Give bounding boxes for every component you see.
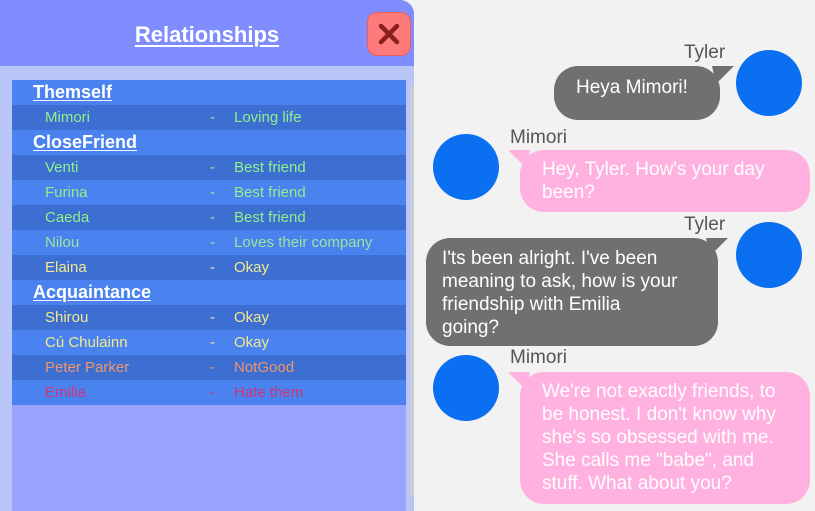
relationship-status: Okay [234, 334, 270, 351]
character-name: Cú Chulainn [45, 334, 128, 351]
tyler-avatar [736, 222, 802, 288]
relationship-row[interactable]: Furina - Best friend [12, 180, 406, 205]
relationship-status: Best friend [234, 184, 306, 201]
speaker-name: Mimori [510, 347, 567, 368]
relationship-row[interactable]: Venti - Best friend [12, 155, 406, 180]
scrollbar[interactable] [410, 86, 414, 496]
relationship-row[interactable]: Emilia - Hate them [12, 380, 406, 405]
relationship-status: Loves their company [234, 234, 373, 251]
mimori-avatar [433, 355, 499, 421]
close-button[interactable] [367, 12, 411, 56]
relationship-status: Loving life [234, 109, 302, 126]
message-bubble: We're not exactly friends, to be honest.… [520, 372, 810, 504]
character-name: Caeda [45, 209, 90, 226]
separator: - [210, 234, 215, 251]
relationship-status: Best friend [234, 159, 306, 176]
category-label: Acquaintance [33, 282, 152, 302]
category-header: CloseFriend [12, 130, 406, 155]
message-bubble: Heya Mimori! [554, 66, 720, 120]
relationships-body: Themself Mimori - Loving life CloseFrien… [0, 66, 414, 511]
message-line: We're not exactly friends, to [542, 381, 776, 402]
relationship-row[interactable]: Nilou - Loves their company [12, 230, 406, 255]
separator: - [210, 334, 215, 351]
message-line: Hey, Tyler. How's your day [542, 159, 765, 180]
speaker-name: Tyler [684, 42, 726, 63]
message-line: friendship with Emilia [442, 294, 621, 315]
message-line: She calls me "babe", and [542, 450, 755, 471]
separator: - [210, 209, 215, 226]
relationship-list[interactable]: Themself Mimori - Loving life CloseFrien… [12, 80, 406, 473]
separator: - [210, 159, 215, 176]
mimori-avatar [433, 134, 499, 200]
character-name: Nilou [45, 234, 80, 251]
relationship-row[interactable]: Caeda - Best friend [12, 205, 406, 230]
message-bubble: I'ts been alright. I've been meaning to … [426, 238, 718, 346]
message-line: Heya Mimori! [576, 77, 688, 98]
relationship-status: Okay [234, 259, 270, 276]
relationships-title: Relationships [134, 22, 280, 47]
message-line: been? [542, 182, 595, 203]
relationships-panel: Relationships Themself Mimori - Loving l… [0, 0, 414, 511]
relationship-status: Okay [234, 309, 270, 326]
relationship-list-footer [12, 473, 406, 511]
relationship-row[interactable]: Mimori - Loving life [12, 105, 406, 130]
speaker-name: Mimori [510, 127, 567, 148]
category-header: Acquaintance [12, 280, 406, 305]
character-name: Shirou [45, 309, 89, 326]
relationship-row[interactable]: Elaina - Okay [12, 255, 406, 280]
separator: - [210, 309, 215, 326]
relationship-row[interactable]: Peter Parker - NotGood [12, 355, 406, 380]
category-label: CloseFriend [33, 132, 138, 152]
category-header: Themself [12, 80, 406, 105]
character-name: Peter Parker [45, 359, 130, 376]
separator: - [210, 384, 215, 401]
character-name: Elaina [45, 259, 87, 276]
relationship-row[interactable]: Shirou - Okay [12, 305, 406, 330]
relationship-row[interactable]: Cú Chulainn - Okay [12, 330, 406, 355]
message-bubble: Hey, Tyler. How's your day been? [520, 150, 810, 212]
speaker-name: Tyler [684, 214, 726, 235]
message-line: stuff. What about you? [542, 473, 732, 494]
character-name: Mimori [45, 109, 90, 126]
separator: - [210, 109, 215, 126]
character-name: Furina [45, 184, 88, 201]
close-icon [378, 23, 400, 45]
character-name: Venti [45, 159, 79, 176]
message-line: I'ts been alright. I've been [442, 248, 658, 269]
tyler-avatar [736, 50, 802, 116]
relationship-status: Best friend [234, 209, 306, 226]
message-line: she's so obsessed with me. [542, 427, 774, 448]
relationship-status: Hate them [234, 384, 304, 401]
separator: - [210, 359, 215, 376]
separator: - [210, 259, 215, 276]
relationship-status: NotGood [234, 359, 295, 376]
message-line: meaning to ask, how is your [442, 271, 678, 292]
message-line: going? [442, 317, 500, 338]
category-label: Themself [33, 82, 113, 102]
character-name: Emilia [45, 384, 86, 401]
message-line: be honest. I don't know why [542, 404, 776, 425]
relationships-header: Relationships [0, 0, 414, 66]
separator: - [210, 184, 215, 201]
